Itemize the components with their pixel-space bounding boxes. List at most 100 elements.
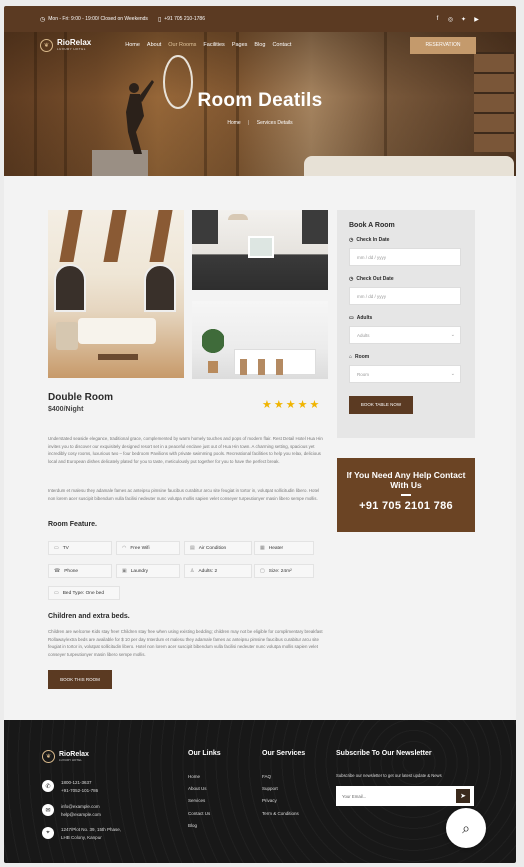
room-label: ⌂ Room [349,354,370,360]
page: ◷ Mon - Fri: 9:00 - 19:00/ Closed on Wee… [4,6,516,863]
reservation-button[interactable]: RESERVATION [410,36,476,54]
footer-service-privacy[interactable]: Privacy [262,795,299,807]
clock-icon: ◷ [40,16,46,23]
help-box: If You Need Any Help Contact With Us +91… [337,458,475,532]
checkin-label: ◷ Check In Date [349,237,390,243]
rating-stars: ★ ★ ★ ★ ★ [262,398,319,411]
feature-heater: ▦ Heater [254,541,314,555]
help-title: If You Need Any Help Contact With Us [346,470,466,490]
footer-phone-1[interactable]: 1800-121-3637 [61,779,98,787]
star-icon: ★ [285,399,296,411]
book-this-room-button[interactable]: BOOK THIS ROOM [48,670,112,689]
newsletter-heading: Subscribe To Our Newsletter [336,750,432,757]
twitter-icon[interactable]: ✦ [460,16,467,23]
help-phone[interactable]: +91 705 2101 786 [337,500,475,512]
footer-service-faq[interactable]: FAQ [262,771,299,783]
nav-home[interactable]: Home [125,42,140,48]
hero-banner: ❦ RioRelax LUXURY HOTEL Home About Our R… [4,32,516,176]
footer-address-line-1: 1247/Plot No. 39, 15th Phase, [61,827,122,832]
star-icon: ★ [273,399,284,411]
social-links: f ◎ ✦ ▶ [434,16,480,23]
logo[interactable]: ❦ RioRelax LUXURY HOTEL [40,38,92,52]
visual-search-icon[interactable]: ⌕ [446,808,486,848]
nav-facilities[interactable]: Facilities [203,42,224,48]
logo-name: RioRelax [57,38,92,47]
feature-phone: ☎ Phone [48,564,112,578]
logo-mark-icon: ❦ [40,38,53,52]
feature-adults: ♙ Adults: 2 [184,564,252,578]
children-text: Children are welcome Kids stay free! Chi… [48,629,323,657]
facebook-icon[interactable]: f [434,16,441,23]
footer-link-home[interactable]: Home [188,771,210,783]
features-heading: Room Feature. [48,521,98,528]
breadcrumb: Home | Services Details [4,120,516,126]
footer-logo-name: RioRelax [59,751,89,758]
checkin-date-input[interactable]: mm / dd / yyyy [349,248,461,266]
footer-service-terms[interactable]: Term & Conditions [262,808,299,820]
booking-title: Book A Room [349,222,395,229]
book-table-button[interactable]: BOOK TABLE NOW [349,395,413,414]
room-select[interactable]: Room ⌄ [349,365,461,383]
send-icon[interactable]: ➤ [456,789,470,803]
hero-sofa [304,156,514,176]
checkout-date-input[interactable]: mm / dd / yyyy [349,287,461,305]
newsletter-email-input[interactable]: Your Email... ➤ [336,786,474,806]
clock-icon: ◷ [349,276,354,282]
instagram-icon[interactable]: ◎ [447,16,454,23]
star-icon: ★ [262,399,272,411]
footer-link-services[interactable]: Services [188,795,210,807]
clock-icon: ◷ [349,237,354,243]
footer-link-contact[interactable]: Contact Us [188,808,210,820]
footer-email-2[interactable]: help@example.com [61,811,101,819]
footer-links-list: Home About Us Services Contact Us Blog [188,771,210,832]
feature-laundry: ▣ Laundry [116,564,180,578]
star-icon: ★ [297,399,308,411]
nav-menu: Home About Our Rooms Facilities Pages Bl… [125,42,291,48]
size-icon: ▢ [260,568,265,574]
footer-services-heading: Our Services [262,750,306,757]
breadcrumb-home[interactable]: Home [227,120,240,126]
adults-icon: ♙ [190,568,195,574]
nav-our-rooms[interactable]: Our Rooms [168,42,196,48]
kitchen-island-image [192,301,328,379]
bed-icon: ▭ [349,315,354,321]
footer-email-1[interactable]: info@example.com [61,803,101,811]
youtube-icon[interactable]: ▶ [473,16,480,23]
footer-link-blog[interactable]: Blog [188,820,210,832]
phone-icon: ✆ [42,780,54,792]
footer-emails: ✉ info@example.com help@example.com [42,803,101,819]
room-price: $400/Night [48,406,84,413]
nav-blog[interactable]: Blog [254,42,265,48]
heater-icon: ▦ [260,545,265,551]
laundry-icon: ▣ [122,568,127,574]
help-divider [401,493,411,496]
booking-form: Book A Room ◷ Check In Date mm / dd / yyy… [337,210,475,438]
room-description: Understated seaside elegance, traditiona… [48,436,323,464]
tv-icon: ▭ [54,545,59,551]
main-nav: ❦ RioRelax LUXURY HOTEL Home About Our R… [4,32,516,58]
footer-service-support[interactable]: Support [262,783,299,795]
footer-link-about[interactable]: About Us [188,783,210,795]
living-room-image [48,210,184,378]
statue-image [126,80,154,154]
hours-text: Mon - Fri: 9:00 - 19:00/ Closed on Weeke… [48,16,148,22]
room-title: Double Room [48,392,113,403]
footer-logo[interactable]: ❦ RioRelax LUXURY HOTEL [42,750,89,763]
star-icon: ★ [309,399,320,411]
nav-contact[interactable]: Contact [272,42,291,48]
footer: ❦ RioRelax LUXURY HOTEL ✆ 1800-121-3637 … [4,720,516,863]
footer-phone-2[interactable]: +91-7052-101-786 [61,787,98,795]
nav-pages[interactable]: Pages [232,42,248,48]
chevron-down-icon: ⌄ [450,332,455,338]
mobile-icon: ▯ [157,16,162,23]
room-description-2: Interdum et malesu they adamale fames ac… [48,488,320,501]
nav-about[interactable]: About [147,42,161,48]
logo-mark-icon: ❦ [42,750,55,763]
air-condition-icon: ▤ [190,545,195,551]
bed-icon: ▭ [54,590,59,596]
feature-wifi: ◠ Free Wifi [116,541,180,555]
breadcrumb-separator: | [248,120,250,126]
page-title: Room Deatils [197,90,323,111]
adults-select[interactable]: Adults ⌄ [349,326,461,344]
breadcrumb-current: Services Details [256,120,293,126]
